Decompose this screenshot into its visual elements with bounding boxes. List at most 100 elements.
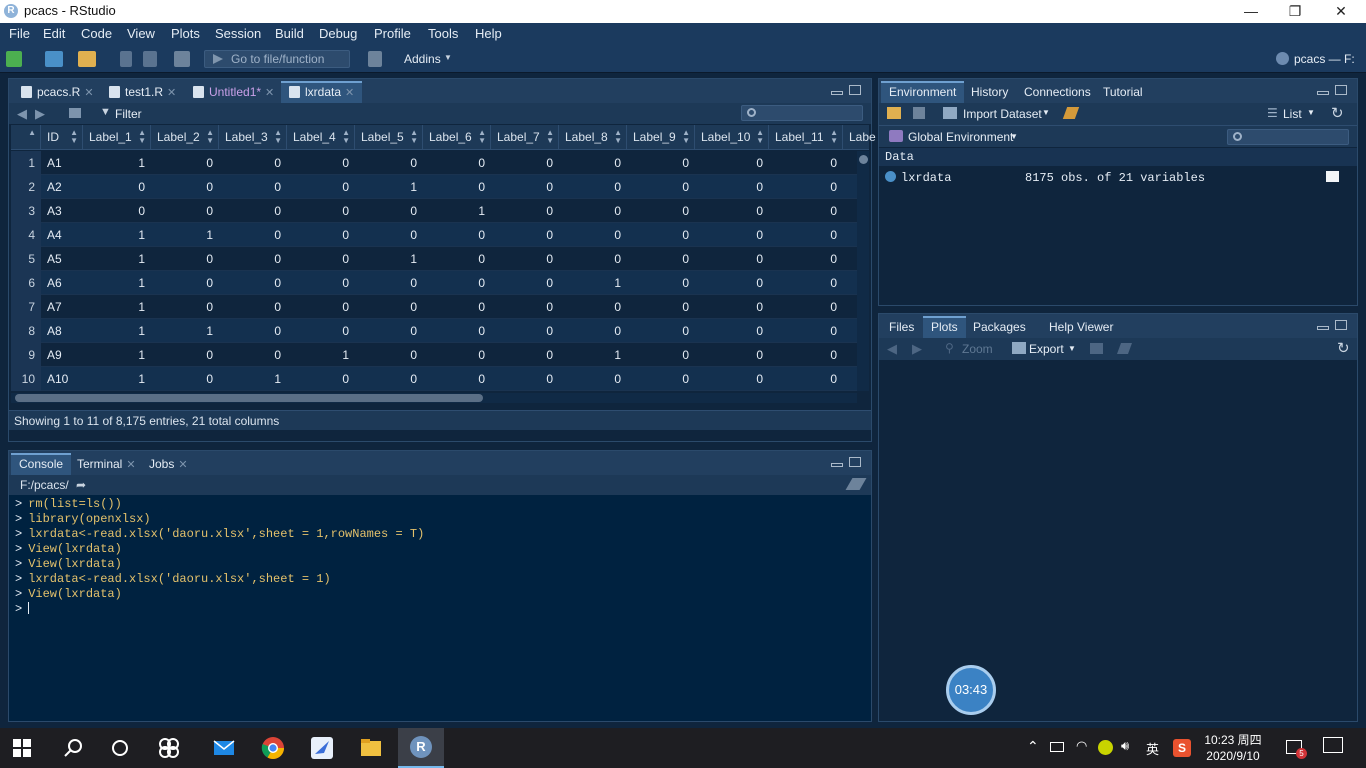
menu-session[interactable]: Session <box>215 26 261 41</box>
column-header[interactable]: Label_4 ▲ ▼ <box>287 125 355 150</box>
column-header[interactable]: Label_1 ▲ ▼ <box>83 125 151 150</box>
tab-plots[interactable]: Plots <box>923 316 966 338</box>
column-header[interactable]: Label_7 ▲ ▼ <box>491 125 559 150</box>
menu-file[interactable]: File <box>9 26 30 41</box>
close-tab-icon[interactable]: ✕ <box>126 459 135 471</box>
tab-console[interactable]: Console <box>11 453 72 475</box>
menu-help[interactable]: Help <box>475 26 502 41</box>
maximize-pane-icon[interactable] <box>1335 85 1347 95</box>
console-input[interactable]: > <box>15 602 30 616</box>
filter-button[interactable]: Filter <box>115 107 142 121</box>
column-header[interactable]: Label_6 ▲ ▼ <box>423 125 491 150</box>
next-plot-icon[interactable]: ▶ <box>912 341 922 357</box>
tray-app-icon[interactable] <box>1098 740 1113 755</box>
tab-history[interactable]: History <box>963 81 1016 103</box>
menu-plots[interactable]: Plots <box>171 26 200 41</box>
remove-plot-icon[interactable] <box>1090 343 1103 354</box>
floating-timer[interactable]: 03:43 <box>946 665 996 715</box>
column-header[interactable]: Label_8 ▲ ▼ <box>559 125 627 150</box>
popout-icon[interactable] <box>69 108 81 118</box>
menu-build[interactable]: Build <box>275 26 304 41</box>
clear-console-icon[interactable] <box>845 478 867 490</box>
menu-tools[interactable]: Tools <box>428 26 458 41</box>
save-icon[interactable] <box>120 51 132 67</box>
column-header[interactable]: Label_5 ▲ ▼ <box>355 125 423 150</box>
back-icon[interactable]: ◀ <box>17 106 27 122</box>
close-tab-icon[interactable]: ✕ <box>265 87 274 99</box>
column-header[interactable]: Label_3 ▲ ▼ <box>219 125 287 150</box>
clear-plots-icon[interactable] <box>1116 343 1133 354</box>
maximize-button[interactable]: ❐ <box>1272 0 1318 23</box>
cortana-icon[interactable] <box>108 736 132 760</box>
windows-start-icon[interactable] <box>13 739 31 757</box>
tab-packages[interactable]: Packages <box>965 316 1034 338</box>
menu-edit[interactable]: Edit <box>43 26 65 41</box>
chrome-icon[interactable] <box>261 736 285 760</box>
view-mode-dropdown[interactable]: List <box>1283 107 1302 121</box>
tab-pcacs-r[interactable]: pcacs.R ✕ <box>13 81 102 103</box>
maximize-pane-icon[interactable] <box>849 85 861 95</box>
minimize-pane-icon[interactable] <box>1317 91 1329 95</box>
column-header[interactable]: Label_2 ▲ ▼ <box>151 125 219 150</box>
close-tab-icon[interactable]: ✕ <box>178 459 187 471</box>
workspace-panes-icon[interactable] <box>368 51 382 67</box>
minimize-pane-icon[interactable] <box>831 463 843 467</box>
column-header[interactable]: Label_10 ▲ ▼ <box>695 125 769 150</box>
volume-icon[interactable]: 🔊︎ <box>1121 738 1129 754</box>
menu-profile[interactable]: Profile <box>374 26 411 41</box>
column-header[interactable]: ID ▲ ▼ <box>41 125 83 150</box>
action-center-icon[interactable] <box>1323 737 1343 753</box>
sogou-ime-icon[interactable]: S <box>1173 739 1191 757</box>
close-tab-icon[interactable]: ✕ <box>84 87 93 99</box>
environment-selector[interactable]: Global Environment <box>908 130 1013 144</box>
save-workspace-icon[interactable] <box>913 107 925 119</box>
tab-files[interactable]: Files <box>881 316 922 338</box>
scroll-thumb[interactable] <box>859 155 868 164</box>
menu-code[interactable]: Code <box>81 26 112 41</box>
horizontal-scrollbar[interactable] <box>11 393 857 403</box>
tab-jobs[interactable]: Jobs ✕ <box>141 453 196 475</box>
menu-view[interactable]: View <box>127 26 155 41</box>
scroll-thumb[interactable] <box>15 394 483 402</box>
zoom-button[interactable]: Zoom <box>962 342 993 356</box>
view-data-icon[interactable] <box>1326 171 1339 182</box>
close-button[interactable]: ✕ <box>1318 0 1364 23</box>
tab-lxrdata[interactable]: lxrdata ✕ <box>281 81 363 103</box>
vertical-scrollbar[interactable] <box>857 151 869 391</box>
load-workspace-icon[interactable] <box>887 107 901 119</box>
console-working-dir[interactable]: F:/pcacs/ ➦ <box>9 475 871 495</box>
column-header[interactable]: Label_9 ▲ ▼ <box>627 125 695 150</box>
clear-workspace-icon[interactable] <box>1062 107 1080 119</box>
mail-icon[interactable] <box>212 736 236 760</box>
tab-test1-r[interactable]: test1.R ✕ <box>101 81 184 103</box>
taskbar-rstudio-active[interactable]: R <box>398 728 444 768</box>
minimize-pane-icon[interactable] <box>831 91 843 95</box>
console-output[interactable]: > rm(list=ls()) > library(openxlsx) > lxrda… <box>9 495 871 721</box>
project-menu[interactable]: pcacs — F: <box>1294 52 1355 66</box>
close-tab-icon[interactable]: ✕ <box>345 87 354 99</box>
refresh-icon[interactable]: ↻ <box>1331 104 1344 122</box>
tab-connections[interactable]: Connections <box>1016 81 1099 103</box>
save-all-icon[interactable] <box>143 51 157 67</box>
maximize-pane-icon[interactable] <box>1335 320 1347 330</box>
print-icon[interactable] <box>174 51 190 67</box>
feather-app-icon[interactable] <box>310 736 334 760</box>
tab-environment[interactable]: Environment <box>881 81 965 103</box>
tab-viewer[interactable]: Viewer <box>1069 316 1121 338</box>
new-project-icon[interactable] <box>45 51 63 67</box>
tab-tutorial[interactable]: Tutorial <box>1095 81 1151 103</box>
close-tab-icon[interactable]: ✕ <box>167 87 176 99</box>
maximize-pane-icon[interactable] <box>849 457 861 467</box>
viewer-search-input[interactable] <box>741 105 863 121</box>
refresh-icon[interactable]: ↻ <box>1337 339 1350 357</box>
wifi-icon[interactable]: ◠ <box>1076 738 1087 754</box>
go-to-file-input[interactable]: Go to file/function <box>204 50 350 68</box>
search-icon[interactable] <box>62 736 86 760</box>
input-method-indicator[interactable]: 英 <box>1146 739 1159 758</box>
expand-icon[interactable] <box>885 171 896 182</box>
new-file-icon[interactable] <box>6 51 22 67</box>
forward-icon[interactable]: ▶ <box>35 106 45 122</box>
show-hidden-icons-icon[interactable]: ⌃ <box>1027 738 1039 755</box>
column-header[interactable]: Label_11 ▲ ▼ <box>769 125 843 150</box>
prev-plot-icon[interactable]: ◀ <box>887 341 897 357</box>
